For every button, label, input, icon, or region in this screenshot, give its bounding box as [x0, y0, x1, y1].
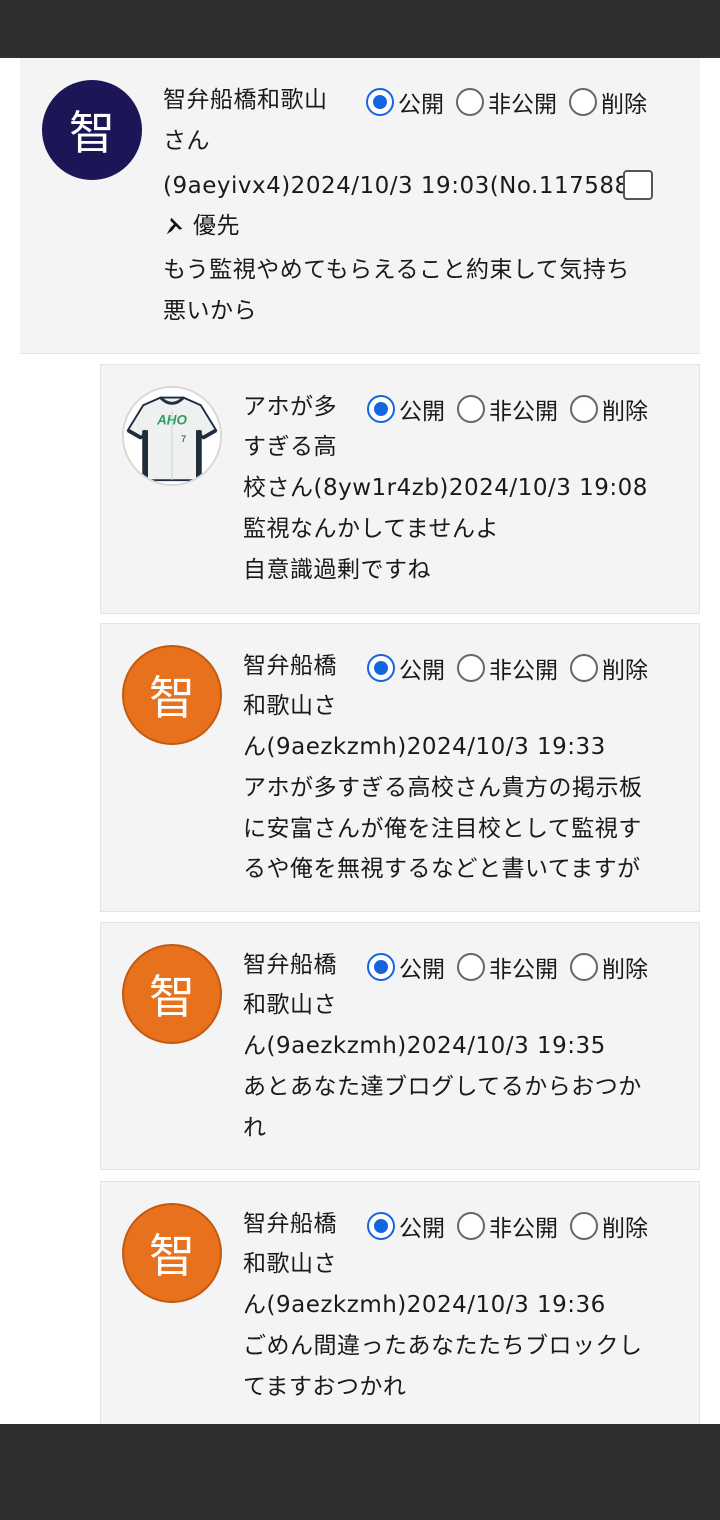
radio-public-label: 公開	[399, 658, 445, 684]
top-app-bar	[0, 0, 720, 58]
radio-delete-label: 削除	[602, 957, 648, 983]
radio-public[interactable]: 公開	[366, 85, 444, 119]
radio-public-label: 公開	[399, 957, 445, 983]
priority-row[interactable]: 優先	[163, 206, 240, 246]
avatar: 智	[122, 944, 222, 1044]
post-body-line: あとあなた達ブログしてるからおつか	[243, 1074, 642, 1100]
radio-private[interactable]: 非公開	[457, 651, 558, 685]
radio-public-label: 公開	[399, 399, 445, 425]
radio-public-indicator[interactable]	[367, 953, 395, 981]
radio-delete[interactable]: 削除	[570, 392, 648, 426]
avatar: 智	[122, 1203, 222, 1303]
post-body-line: 監視なんかしてませんよ	[243, 516, 499, 542]
post-author-line: さん	[163, 128, 210, 154]
post-author-line: 智弁船橋	[243, 952, 337, 978]
radio-private-label: 非公開	[489, 1216, 558, 1242]
reply-card: AHO 7 アホが多 すぎる高 校さん(8yw1r4zb)2024/10/3 1…	[100, 364, 700, 614]
post-body-line: アホが多すぎる高校さん貴方の掲示板	[243, 775, 643, 801]
radio-private-indicator[interactable]	[457, 395, 485, 423]
avatar: AHO 7	[122, 386, 222, 486]
post-body-line: るや俺を無視するなどと書いてますが	[243, 856, 641, 882]
radio-private-indicator[interactable]	[457, 654, 485, 682]
radio-private-indicator[interactable]	[457, 953, 485, 981]
radio-delete-indicator[interactable]	[570, 395, 598, 423]
post-author-line: 和歌山さ	[243, 992, 337, 1018]
post-body-line: ごめん間違ったあなたたちブロックし	[243, 1333, 643, 1359]
select-checkbox[interactable]	[623, 170, 653, 200]
post-body-line: てますおつかれ	[243, 1374, 407, 1400]
baseball-jersey-icon: AHO 7	[124, 388, 220, 484]
radio-delete-indicator[interactable]	[570, 654, 598, 682]
bottom-app-bar	[0, 1424, 720, 1520]
post-author-line: アホが多	[243, 394, 337, 420]
post-author-line: 智弁船橋	[243, 1211, 337, 1237]
post-body-line: 自意識過剰ですね	[243, 557, 431, 583]
radio-private-label: 非公開	[489, 399, 558, 425]
radio-public[interactable]: 公開	[367, 950, 445, 984]
post-author-line: ん(9aezkzmh)2024/10/3 19:35	[243, 1033, 606, 1059]
reply-card: 智 智弁船橋 和歌山さ ん(9aezkzmh)2024/10/3 19:33 公…	[100, 623, 700, 912]
post-author-line: 和歌山さ	[243, 693, 337, 719]
post-author-line: 和歌山さ	[243, 1251, 337, 1277]
avatar: 智	[122, 645, 222, 745]
visibility-radio-group: 公開 非公開 削除	[367, 1206, 648, 1246]
radio-public-indicator[interactable]	[367, 1212, 395, 1240]
radio-private[interactable]: 非公開	[457, 392, 558, 426]
post-author-line: ん(9aezkzmh)2024/10/3 19:36	[243, 1292, 606, 1318]
visibility-radio-group: 公開 非公開 削除	[367, 389, 648, 429]
visibility-radio-group: 公開 非公開 削除	[367, 947, 648, 987]
visibility-radio-group: 公開 非公開 削除	[366, 82, 647, 122]
radio-delete-indicator[interactable]	[569, 88, 597, 116]
radio-delete-label: 削除	[602, 399, 648, 425]
radio-delete-label: 削除	[601, 92, 647, 118]
post-meta: (9aeyivx4)2024/10/3 19:03(No.117588)	[163, 173, 640, 199]
jersey-number: 7	[181, 434, 186, 445]
radio-public-indicator[interactable]	[366, 88, 394, 116]
radio-delete-indicator[interactable]	[570, 953, 598, 981]
radio-delete[interactable]: 削除	[570, 950, 648, 984]
radio-public[interactable]: 公開	[367, 392, 445, 426]
radio-public-label: 公開	[399, 1216, 445, 1242]
reply-card: 智 智弁船橋 和歌山さ ん(9aezkzmh)2024/10/3 19:36 公…	[100, 1181, 700, 1424]
radio-public-indicator[interactable]	[367, 395, 395, 423]
post-body-line: 悪いから	[163, 298, 257, 324]
radio-private-indicator[interactable]	[457, 1212, 485, 1240]
radio-public-label: 公開	[398, 92, 444, 118]
priority-label: 優先	[193, 213, 240, 239]
radio-private[interactable]: 非公開	[457, 1209, 558, 1243]
thread-content[interactable]: 智 智弁船橋和歌山 さん 公開 非公開 削除 (9aeyivx4)2024/10…	[0, 58, 720, 1424]
radio-delete[interactable]: 削除	[570, 1209, 648, 1243]
reply-card: 智 智弁船橋 和歌山さ ん(9aezkzmh)2024/10/3 19:35 公…	[100, 922, 700, 1170]
radio-private-label: 非公開	[489, 957, 558, 983]
post-author-line: すぎる高	[243, 434, 337, 460]
radio-public[interactable]: 公開	[367, 651, 445, 685]
radio-private[interactable]: 非公開	[456, 85, 557, 119]
radio-public[interactable]: 公開	[367, 1209, 445, 1243]
radio-delete-label: 削除	[602, 658, 648, 684]
post-author-line: 智弁船橋和歌山	[163, 87, 328, 113]
post-body-line: もう監視やめてもらえること約束して気持ち	[163, 257, 630, 283]
radio-public-indicator[interactable]	[367, 654, 395, 682]
pushpin-icon	[166, 217, 183, 235]
post-author-line: ん(9aezkzmh)2024/10/3 19:33	[243, 734, 606, 760]
visibility-radio-group: 公開 非公開 削除	[367, 648, 648, 688]
post-body-line: に安富さんが俺を注目校として監視す	[243, 816, 642, 842]
post-card: 智 智弁船橋和歌山 さん 公開 非公開 削除 (9aeyivx4)2024/10…	[20, 58, 700, 354]
post-author-line: 校さん(8yw1r4zb)2024/10/3 19:08	[243, 475, 648, 501]
radio-delete-label: 削除	[602, 1216, 648, 1242]
radio-private[interactable]: 非公開	[457, 950, 558, 984]
radio-delete-indicator[interactable]	[570, 1212, 598, 1240]
radio-private-indicator[interactable]	[456, 88, 484, 116]
radio-delete[interactable]: 削除	[570, 651, 648, 685]
radio-private-label: 非公開	[488, 92, 557, 118]
post-body-line: れ	[243, 1115, 267, 1141]
avatar: 智	[42, 80, 142, 180]
post-author-line: 智弁船橋	[243, 653, 337, 679]
radio-delete[interactable]: 削除	[569, 85, 647, 119]
radio-private-label: 非公開	[489, 658, 558, 684]
